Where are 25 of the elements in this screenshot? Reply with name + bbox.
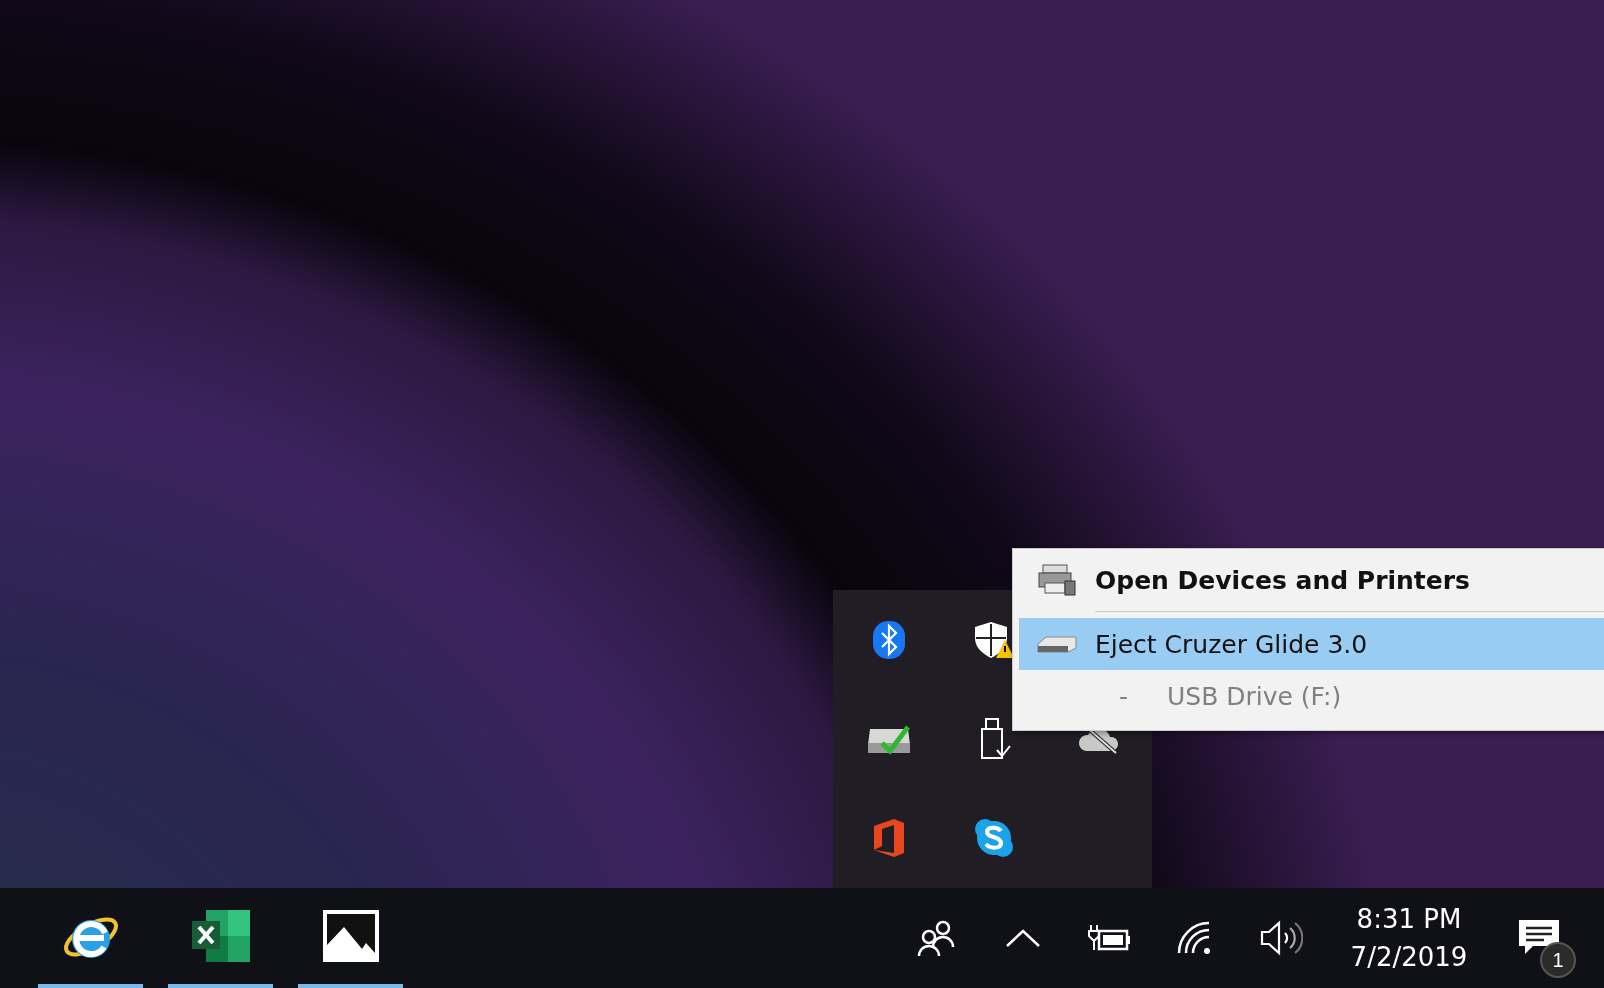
office-icon	[871, 818, 906, 859]
notification-button[interactable]: 1	[1494, 888, 1584, 988]
skype-icon	[972, 817, 1015, 860]
bluetooth-icon	[871, 619, 906, 660]
volume-menu-item[interactable]: - USB Drive (F:)	[1019, 670, 1604, 722]
menu-label: Eject Cruzer Glide 3.0	[1095, 629, 1368, 659]
menu-label: Open Devices and Printers	[1095, 565, 1470, 595]
mountain-picture-icon	[321, 909, 380, 963]
clock-button[interactable]: 8:31 PM 7/2/2019	[1324, 888, 1494, 988]
wifi-icon	[1177, 921, 1213, 955]
clock-time: 8:31 PM	[1356, 904, 1462, 934]
notification-count: 1	[1540, 942, 1576, 978]
battery-plug-icon	[1087, 923, 1131, 953]
device-menu-item[interactable]: Eject Cruzer Glide 3.0	[1019, 618, 1604, 670]
usb-drive-icon	[1036, 634, 1078, 654]
spreadsheet-x-icon	[189, 907, 252, 965]
dash-mark: -	[1119, 681, 1130, 711]
chevron-up-icon	[1005, 928, 1041, 948]
printer-icon	[1037, 563, 1077, 597]
clock-date: 7/2/2019	[1350, 942, 1468, 972]
people-icon	[917, 919, 957, 957]
header-menu-item[interactable]: Open Devices and Printers	[1019, 555, 1604, 605]
menu-label: USB Drive (F:)	[1167, 681, 1342, 711]
shield-warning-icon	[972, 619, 1015, 660]
speaker-icon	[1259, 920, 1303, 956]
